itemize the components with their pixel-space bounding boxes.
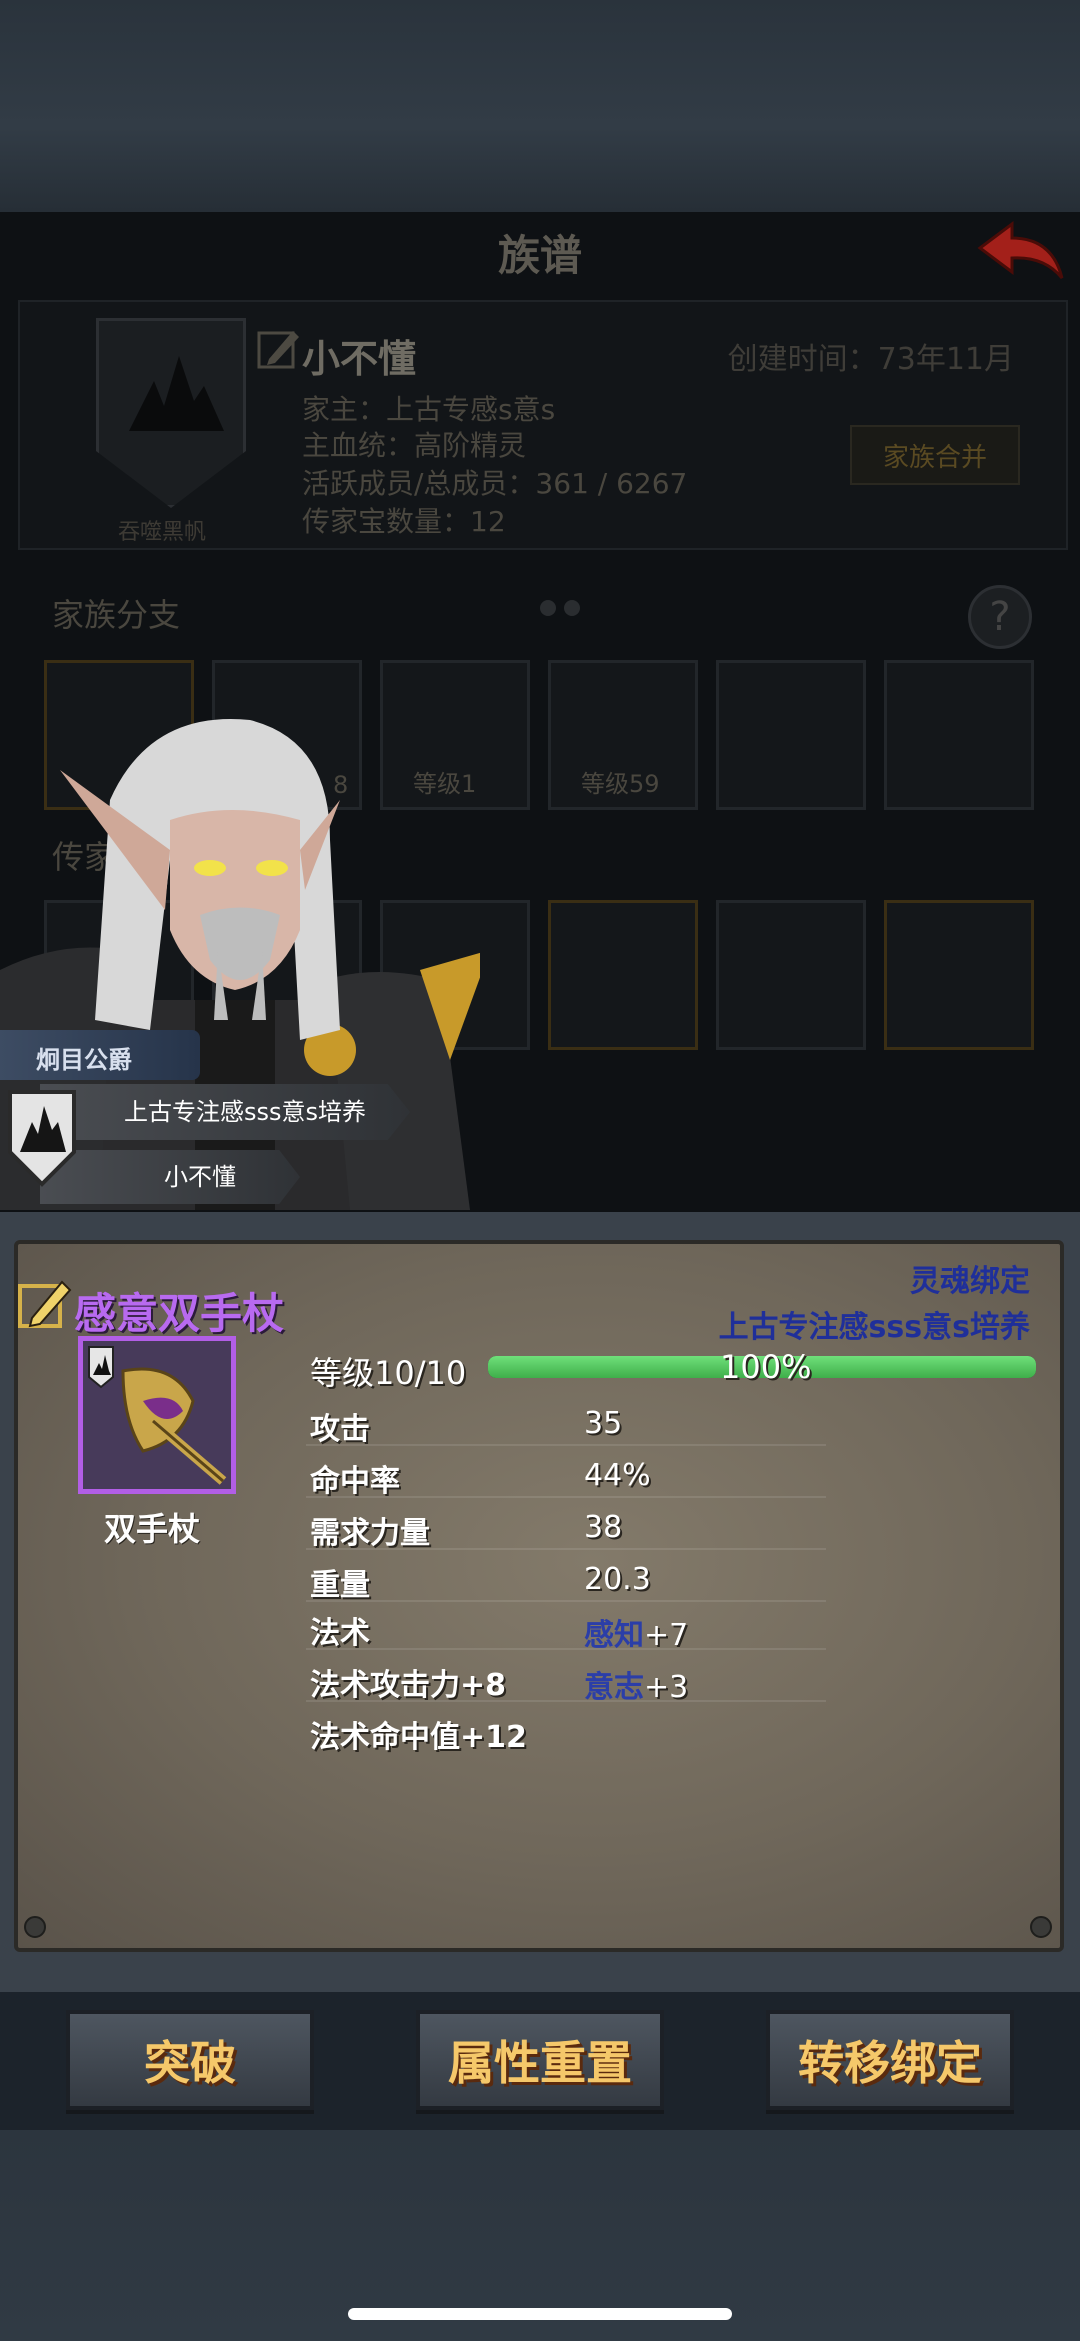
family-bloodline: 主血统：高阶精灵 bbox=[302, 429, 527, 462]
rivet bbox=[1030, 1916, 1052, 1938]
back-arrow-icon[interactable] bbox=[972, 218, 1068, 284]
stat-row: 法术命中值+12 bbox=[310, 1720, 527, 1755]
character-title: 炯目公爵 bbox=[0, 1030, 200, 1080]
top-background bbox=[0, 0, 1080, 212]
item-type: 双手杖 bbox=[104, 1510, 201, 1548]
heirloom-slot[interactable] bbox=[716, 900, 866, 1050]
branch-slot[interactable] bbox=[884, 660, 1034, 810]
family-patriarch: 家主：上古专感s意s bbox=[302, 393, 556, 426]
stat-row: 需求力量 38 bbox=[306, 1500, 826, 1551]
edit-pen-icon[interactable] bbox=[16, 1274, 74, 1332]
heirloom-slot[interactable] bbox=[548, 900, 698, 1050]
item-name: 感意双手杖 bbox=[74, 1289, 285, 1338]
help-icon[interactable]: ? bbox=[968, 585, 1032, 649]
staff-icon bbox=[88, 1346, 227, 1485]
binding-status: 灵魂绑定 bbox=[910, 1264, 1030, 1299]
page-title: 族谱 bbox=[497, 231, 582, 280]
family-crest-icon bbox=[8, 1090, 76, 1187]
home-indicator[interactable] bbox=[348, 2308, 732, 2320]
family-merge-button[interactable]: 家族合并 bbox=[850, 425, 1020, 485]
branch-label: 家族分支 bbox=[52, 596, 181, 634]
stat-row: 命中率 44% bbox=[306, 1448, 826, 1499]
transfer-binding-button[interactable]: 转移绑定 bbox=[766, 2010, 1014, 2110]
item-icon[interactable] bbox=[78, 1336, 236, 1494]
family-members: 活跃成员/总成员：361 / 6267 bbox=[302, 467, 688, 500]
stat-row: 重量 20.3 bbox=[306, 1552, 826, 1603]
branch-slot[interactable] bbox=[716, 660, 866, 810]
stat-row: 法术攻击力+8 意志+3 bbox=[306, 1652, 826, 1705]
crest-name: 吞噬黑帆 bbox=[118, 520, 207, 545]
family-heirlooms: 传家宝数量：12 bbox=[302, 505, 506, 538]
character-family: 上古专注感sss意s培养 bbox=[40, 1084, 410, 1140]
page-dots bbox=[540, 600, 600, 620]
rivet bbox=[24, 1916, 46, 1938]
family-name: 小不懂 bbox=[302, 337, 417, 381]
edit-pen-icon[interactable] bbox=[255, 325, 301, 371]
stat-row: 攻击 35 bbox=[306, 1396, 826, 1447]
bound-owner: 上古专注感sss意s培养 bbox=[718, 1310, 1030, 1345]
breakthrough-button[interactable]: 突破 bbox=[66, 2010, 314, 2110]
branch-slot[interactable]: 等级59 bbox=[548, 660, 698, 810]
character-name: 小不懂 bbox=[40, 1150, 300, 1204]
heirloom-slot[interactable] bbox=[884, 900, 1034, 1050]
item-level: 等级10/10 bbox=[310, 1354, 467, 1392]
stat-row: 法术 感知+7 bbox=[306, 1600, 826, 1653]
level-percent: 100% bbox=[720, 1348, 812, 1386]
family-created: 创建时间：73年11月 bbox=[727, 342, 1014, 377]
reset-attributes-button[interactable]: 属性重置 bbox=[416, 2010, 664, 2110]
